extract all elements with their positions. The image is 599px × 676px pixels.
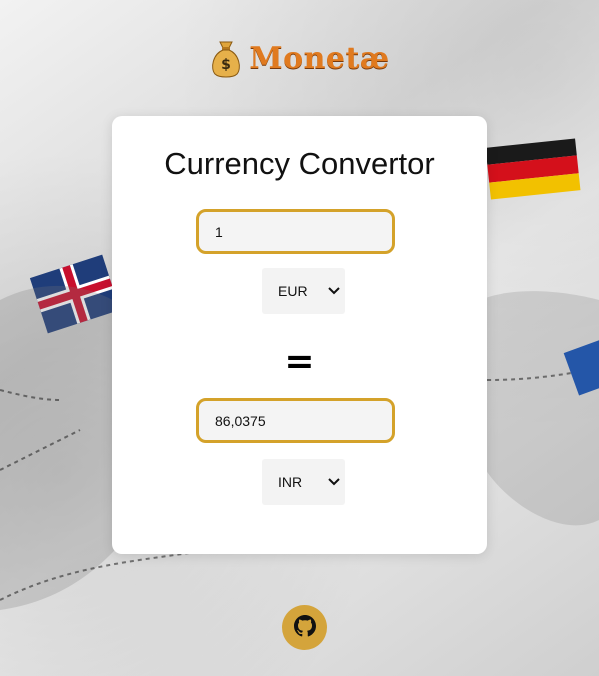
to-amount-input[interactable]: [196, 398, 395, 443]
to-currency-value: INR: [278, 474, 303, 490]
from-currency-value: EUR: [278, 283, 308, 299]
equals-sign: =: [284, 341, 315, 382]
money-bag-icon: $: [209, 38, 243, 78]
github-link-button[interactable]: [282, 605, 327, 650]
github-icon: [293, 614, 316, 641]
svg-text:$: $: [222, 57, 232, 73]
from-amount-input[interactable]: [196, 209, 395, 254]
page-title: Currency Convertor: [164, 146, 435, 181]
chevron-down-icon: [323, 287, 345, 295]
brand-logo: $ Monetæ: [0, 38, 599, 78]
chevron-down-icon: [323, 478, 345, 486]
converter-card: Currency Convertor EUR = INR: [112, 116, 487, 554]
brand-name: Monetæ: [249, 40, 390, 76]
from-currency-select[interactable]: EUR: [262, 268, 345, 314]
to-currency-select[interactable]: INR: [262, 459, 345, 505]
